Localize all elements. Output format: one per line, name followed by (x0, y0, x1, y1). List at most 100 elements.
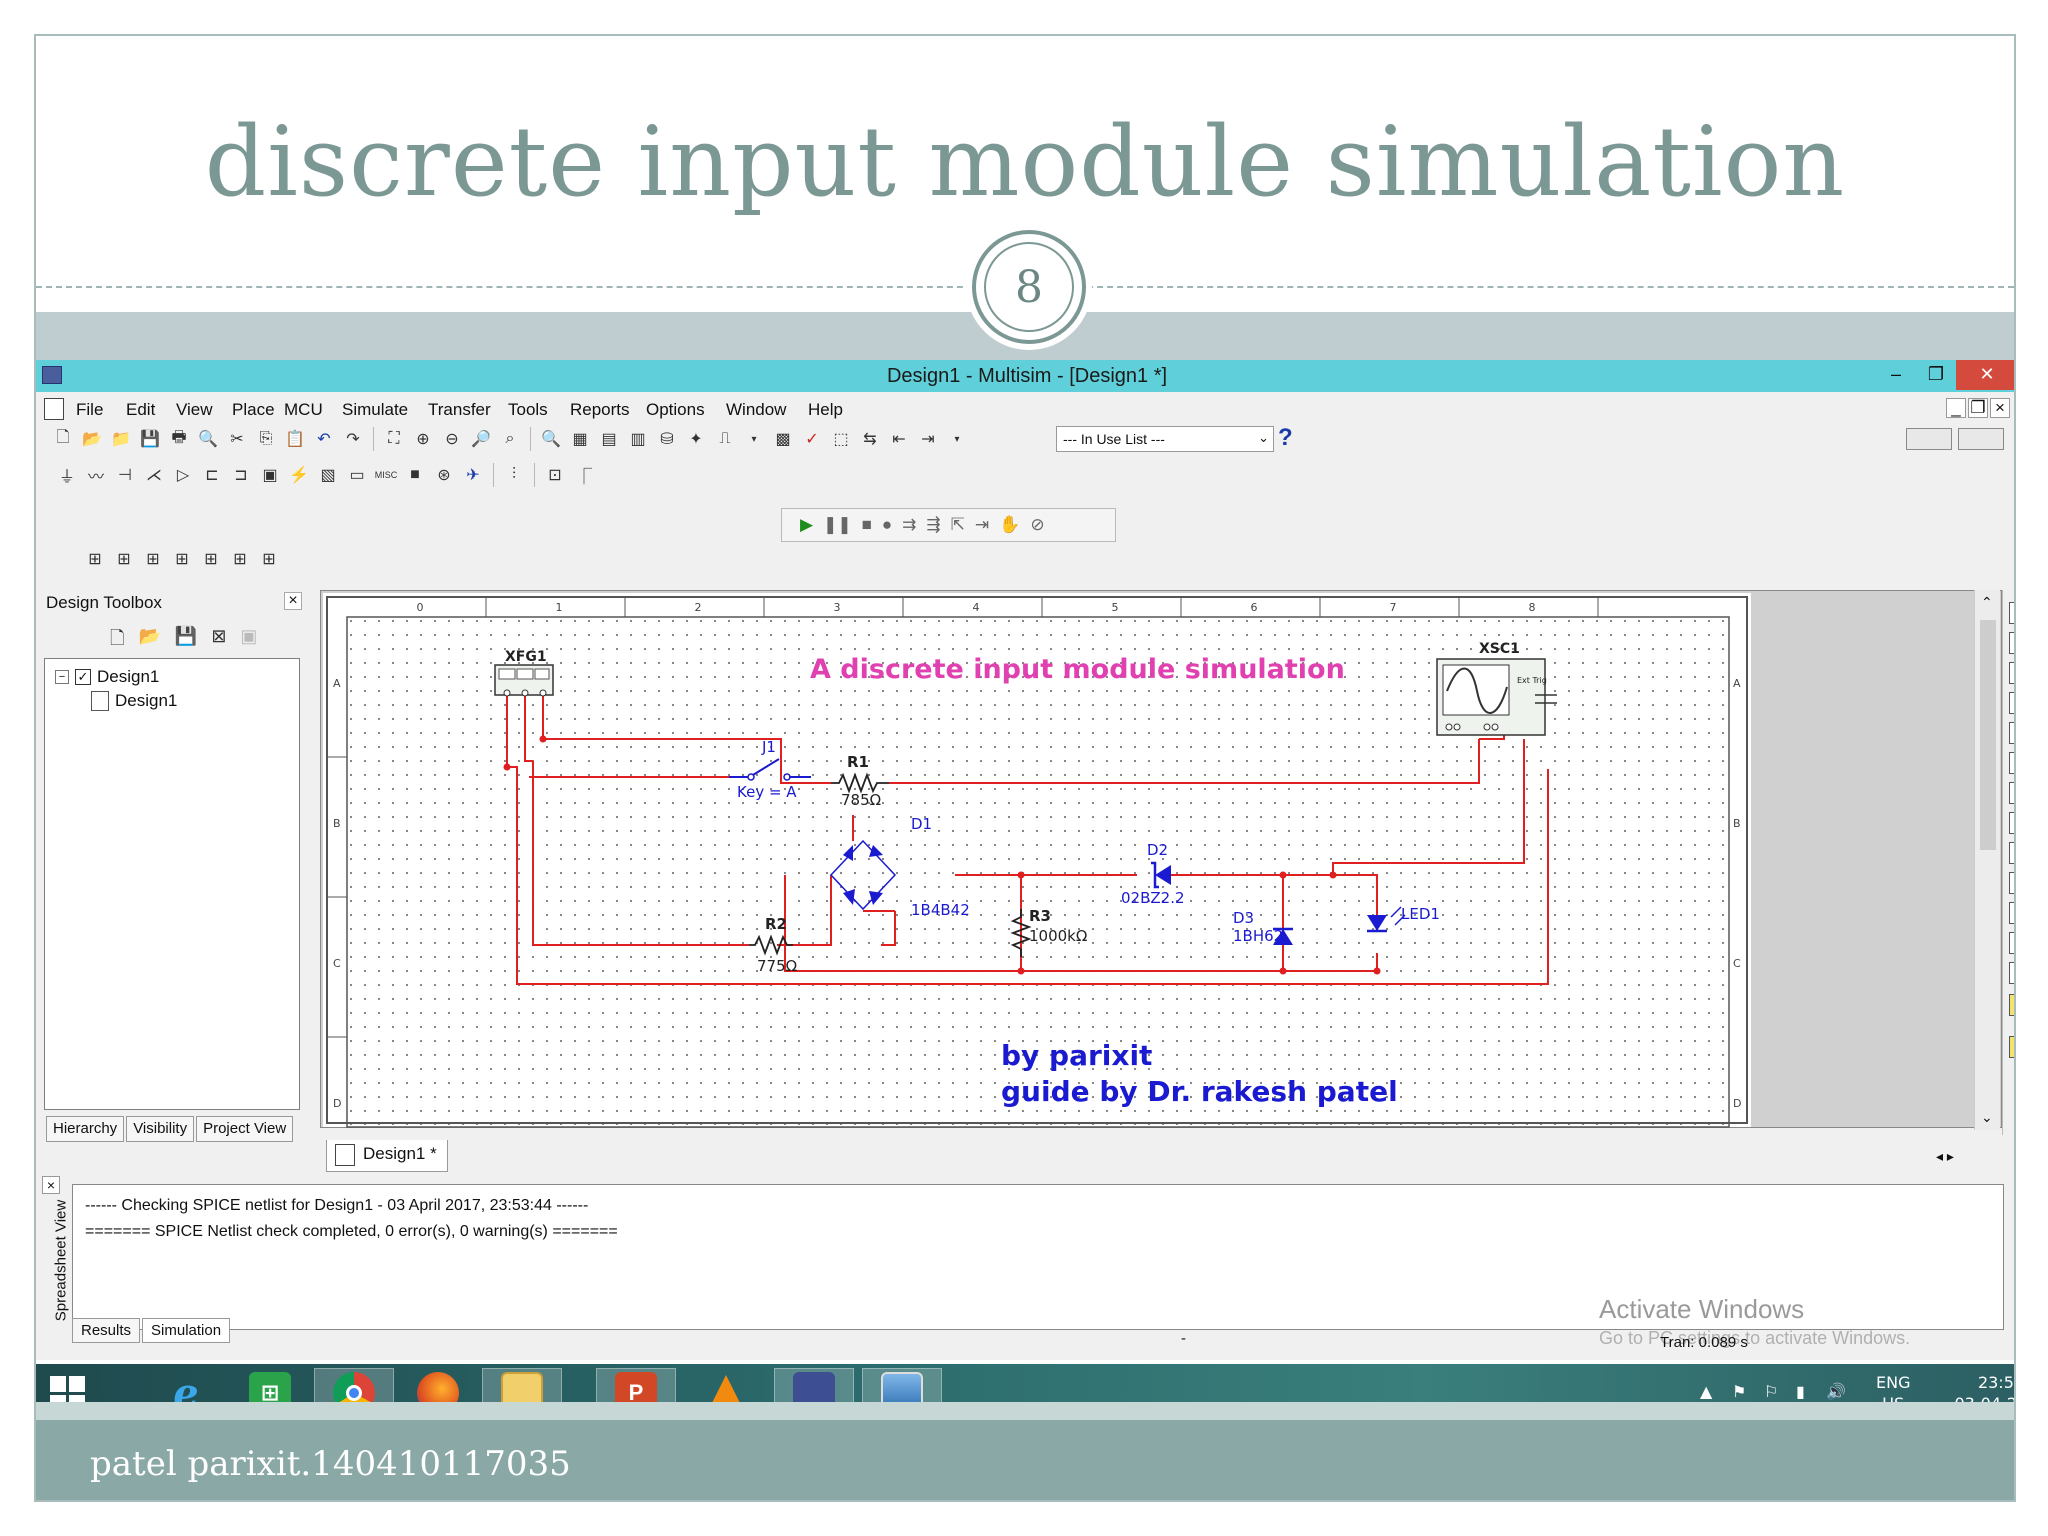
graph-icon[interactable]: ⊞ (140, 546, 166, 572)
delete-design-icon[interactable]: ▣ (240, 626, 257, 656)
tray-expand-icon[interactable]: ▲ (1700, 1382, 1712, 1401)
iv-analyzer-icon[interactable]: ⎍ (2009, 902, 2014, 924)
place-basic-icon[interactable]: 〰 (83, 462, 109, 488)
print-preview-icon[interactable]: 🔍 (195, 426, 221, 452)
step-out-icon[interactable]: ⇱ (951, 515, 965, 535)
menu-view[interactable]: View (176, 400, 213, 420)
menu-edit[interactable]: Edit (126, 400, 155, 420)
menu-options[interactable]: Options (646, 400, 705, 420)
tree-root-item[interactable]: − ✓ Design1 (55, 667, 159, 687)
open-design-icon[interactable]: 📂 (138, 626, 160, 656)
four-channel-scope-icon[interactable]: ≋ (2009, 722, 2014, 744)
redo-icon[interactable]: ↷ (340, 426, 366, 452)
place-electromech-icon[interactable]: ✈ (460, 462, 486, 488)
menu-simulate[interactable]: Simulate (342, 400, 408, 420)
dropdown-arrow-icon[interactable]: ▾ (741, 426, 767, 452)
tree-child-item[interactable]: Design1 (91, 691, 177, 711)
menu-transfer[interactable]: Transfer (428, 400, 491, 420)
graph-icon[interactable]: ⊞ (111, 546, 137, 572)
close-design-icon[interactable]: ⊠ (211, 626, 226, 656)
zoom-fit-icon[interactable]: ⌕ (497, 426, 523, 452)
bode-plotter-icon[interactable]: ⌇ (2009, 752, 2014, 774)
tab-next-icon[interactable]: ▸ (1947, 1148, 1954, 1164)
pause-simulation-icon[interactable]: ❚❚ (823, 515, 852, 535)
transfer-icon[interactable]: ⇆ (857, 426, 883, 452)
tab-visibility[interactable]: Visibility (126, 1116, 195, 1142)
graph-icon[interactable]: ⊞ (256, 546, 282, 572)
place-power-icon[interactable]: ▭ (344, 462, 370, 488)
scroll-up-icon[interactable]: ⌃ (1981, 594, 1993, 611)
tab-project-view[interactable]: Project View (196, 1116, 294, 1142)
checkbox-icon[interactable]: ✓ (75, 669, 91, 685)
mdi-close-button[interactable]: × (1990, 398, 2010, 418)
database-icon[interactable]: ⛁ (654, 426, 680, 452)
tray-battery-icon[interactable]: ▮ (1796, 1382, 1805, 1401)
tab-design1[interactable]: Design1 * (326, 1140, 448, 1172)
agilent-multimeter-icon[interactable]: ⚡ (2009, 994, 2014, 1016)
save-design-icon[interactable]: 💾 (175, 626, 197, 656)
run-to-cursor-icon[interactable]: ⇥ (975, 515, 989, 535)
remove-breakpoints-icon[interactable]: ⊘ (1030, 515, 1044, 535)
dropdown-arrow-icon[interactable]: ▾ (944, 426, 970, 452)
place-connector-icon[interactable]: ⫶ (501, 462, 527, 488)
tray-volume-icon[interactable]: 🔊 (1826, 1382, 1846, 1401)
multimeter-icon[interactable]: ◉ (2009, 602, 2014, 624)
step-over-icon[interactable]: ⇶ (926, 515, 940, 535)
print-icon[interactable]: 🖶 (166, 426, 192, 452)
new-design-icon[interactable]: 🗋 (110, 626, 124, 656)
component-wizard-icon[interactable]: ✦ (683, 426, 709, 452)
place-misc-icon[interactable]: MISC (373, 462, 399, 488)
copy-icon[interactable]: ⎘ (253, 426, 279, 452)
in-use-list-select[interactable]: --- In Use List --- ⌄ (1056, 426, 1274, 452)
tray-flag-icon[interactable]: ⚐ (1764, 1382, 1778, 1401)
scroll-thumb[interactable] (1980, 620, 1996, 850)
bus-icon[interactable]: ⎾ (571, 462, 597, 488)
close-button[interactable]: ✕ (1956, 360, 2014, 390)
place-indicator-icon[interactable]: ▧ (315, 462, 341, 488)
split-view-icon[interactable] (1958, 428, 2004, 450)
current-probe-icon[interactable]: ↗ (2009, 1110, 2014, 1132)
tab-hierarchy[interactable]: Hierarchy (46, 1116, 125, 1142)
record-icon[interactable]: ● (882, 515, 892, 535)
postprocessor-icon[interactable]: ⎍ (712, 426, 738, 452)
sheet-view-icon[interactable] (1906, 428, 1952, 450)
scroll-down-icon[interactable]: ⌄ (1981, 1109, 1993, 1126)
toolbox-close-button[interactable]: × (284, 592, 302, 610)
schematic-canvas[interactable]: 0 1 2 3 4 5 6 7 8 A A B B C C D D A discrete input modu… (321, 591, 2003, 1129)
oscilloscope-icon[interactable]: 〰 (2009, 692, 2014, 714)
help-button[interactable]: ? (1278, 424, 1293, 452)
restore-button[interactable]: ❐ (1916, 360, 1956, 390)
menu-mcu[interactable]: MCU (284, 400, 323, 420)
undo-icon[interactable]: ↶ (311, 426, 337, 452)
place-source-icon[interactable]: ⏚ (54, 462, 80, 488)
menu-place[interactable]: Place (232, 400, 275, 420)
breakpoint-icon[interactable]: ✋ (999, 515, 1020, 535)
mdi-restore-button[interactable]: ❐ (1968, 398, 1988, 418)
menu-help[interactable]: Help (808, 400, 843, 420)
measurement-probe-icon[interactable]: ↘ (2009, 1080, 2014, 1102)
save-icon[interactable]: 💾 (137, 426, 163, 452)
erc-icon[interactable]: ✓ (799, 426, 825, 452)
zoom-in-icon[interactable]: ⊕ (410, 426, 436, 452)
place-cmos-icon[interactable]: ⊐ (228, 462, 254, 488)
frequency-counter-icon[interactable]: # (2009, 782, 2014, 804)
open-folder-icon[interactable]: 📂 (79, 426, 105, 452)
run-simulation-icon[interactable]: ▶ (800, 515, 813, 535)
spreadsheet-icon[interactable]: ▥ (625, 426, 651, 452)
place-advanced-icon[interactable]: ■ (402, 462, 428, 488)
wattmeter-icon[interactable]: ⊞ (2009, 662, 2014, 684)
menu-file[interactable]: File (76, 400, 103, 420)
zoom-area-icon[interactable]: 🔎 (468, 426, 494, 452)
fullscreen-icon[interactable]: ⛶ (381, 426, 407, 452)
paste-icon[interactable]: 📋 (282, 426, 308, 452)
mdi-minimize-button[interactable]: _ (1946, 398, 1966, 418)
place-ttl-icon[interactable]: ⊏ (199, 462, 225, 488)
network-analyzer-icon[interactable]: ⊟ (2009, 962, 2014, 984)
cut-icon[interactable]: ✂ (224, 426, 250, 452)
document-menu-icon[interactable] (44, 398, 64, 420)
tektronix-scope-icon[interactable]: ▶ (2009, 1036, 2014, 1058)
zoom-out-icon[interactable]: ⊖ (439, 426, 465, 452)
workspace-scrollbar[interactable]: ⌃ ⌄ (1974, 590, 2000, 1130)
graph-icon[interactable]: ⊞ (82, 546, 108, 572)
place-mcu-icon[interactable]: ▣ (257, 462, 283, 488)
